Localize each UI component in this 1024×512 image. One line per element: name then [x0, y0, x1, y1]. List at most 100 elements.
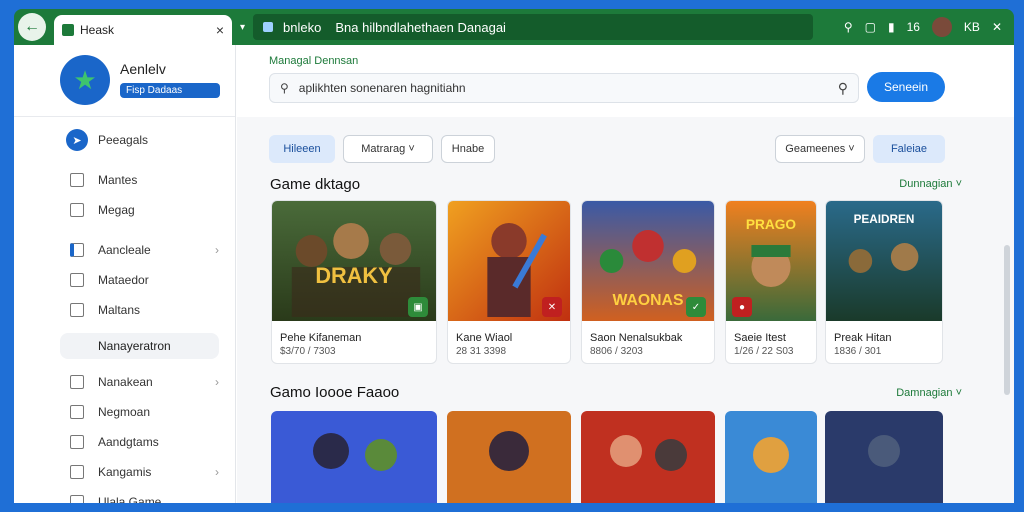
game-cover-image [581, 411, 715, 503]
sidebar-item-nanakean[interactable]: Nanakean › [14, 367, 235, 397]
scrollbar[interactable] [1004, 245, 1010, 395]
search-placeholder: aplikhten sonenaren hagnitiahn [298, 81, 466, 95]
search-icon[interactable]: ⚲ [838, 80, 848, 97]
game-card[interactable] [447, 411, 571, 503]
sidebar-section-header[interactable]: Nanayeratron [60, 333, 219, 359]
back-icon[interactable]: ← [18, 13, 46, 41]
filter-chip-hileeen[interactable]: Hileeen [269, 135, 335, 163]
close-window-icon[interactable]: ✕ [992, 20, 1002, 34]
game-meta: 28 31 3398 [456, 346, 507, 357]
sidebar-item-megag[interactable]: Megag [14, 195, 235, 225]
cart-icon [70, 465, 84, 479]
sidebar-item-label: Megag [98, 203, 135, 217]
breadcrumb[interactable]: Managal Dennsan [269, 55, 358, 67]
sidebar-item-label: Aancleale [98, 243, 151, 257]
search-input[interactable]: ⚲ aplikhten sonenaren hagnitiahn ⚲ [269, 73, 859, 103]
sidebar-item-label: Negmoan [98, 405, 151, 419]
browser-chrome: ← Heask × ▾ bnleko Bna hilbndlahethaen D… [14, 9, 1014, 45]
app-logo-icon: ★ [60, 55, 110, 105]
section-link[interactable]: Damnagian ˅ [896, 387, 962, 399]
sidebar-item-label: Mataedor [98, 273, 149, 287]
game-card[interactable]: PEAIDREN Preak Hitan 1836 / 301 [825, 200, 943, 364]
platform-icon: ✓ [686, 297, 706, 317]
sidebar-item-peeagals[interactable]: ➤ Peeagals [14, 125, 235, 155]
tab-dropdown-icon[interactable]: ▾ [240, 22, 245, 33]
tab-title: Heask [80, 23, 115, 37]
trophy-icon [70, 495, 84, 503]
browser-tab[interactable]: Heask × [54, 15, 232, 45]
game-title: Pehe Kifaneman [280, 332, 362, 344]
sort-dropdown[interactable]: Geameenes ˅ [775, 135, 865, 163]
sidebar-item-label: Nanakean [98, 375, 153, 389]
gamepad-icon [70, 375, 84, 389]
address-bar[interactable]: bnleko Bna hilbndlahethaen Danagai [253, 14, 814, 40]
users-icon [70, 405, 84, 419]
sidebar-item-mantes[interactable]: Mantes [14, 165, 235, 195]
chevron-right-icon: › [215, 375, 219, 389]
address-path: Bna hilbndlahethaen Danagai [335, 19, 506, 35]
sidebar-item-aandgtams[interactable]: Aandgtams [14, 427, 235, 457]
search-button[interactable]: Seneein [867, 72, 945, 102]
game-cover-image: PEAIDREN [826, 201, 942, 321]
chevron-down-icon: ˅ [955, 178, 962, 190]
game-title: Kane Wiaol [456, 332, 513, 344]
section-link[interactable]: Dunnagian ˅ [899, 178, 962, 190]
game-meta: 1836 / 301 [834, 346, 882, 357]
compass-icon: ➤ [66, 129, 88, 151]
sidebar-item-label: Kangamis [98, 465, 152, 479]
grid-icon [70, 303, 84, 317]
profile-name: Aenlelv [120, 61, 166, 77]
document-icon [70, 435, 84, 449]
avatar[interactable] [931, 17, 952, 37]
cover-title: PEAIDREN [854, 212, 915, 226]
sidebar-item-kangamis[interactable]: Kangamis › [14, 457, 235, 487]
folder-icon [70, 243, 84, 257]
sidebar-item-maltans[interactable]: Maltans [14, 295, 235, 325]
sidebar-item-ulala-game[interactable]: Ulala Game [14, 487, 235, 503]
sidebar: ★ Aenlelv Fisp Dadaas ➤ Peeagals Mantes … [14, 45, 236, 503]
right-text: KB [963, 20, 980, 34]
app-window: ★ Aenlelv Fisp Dadaas ➤ Peeagals Mantes … [14, 45, 1014, 503]
sidebar-item-aancleale[interactable]: Aancleale › [14, 235, 235, 265]
platform-icon: ✕ [542, 297, 562, 317]
game-card[interactable]: ✕ Kane Wiaol 28 31 3398 [447, 200, 571, 364]
game-title: Saon Nenalsukbak [590, 332, 683, 344]
sidebar-nav: ➤ Peeagals Mantes Megag Aancleale › Mata… [14, 117, 235, 503]
chevron-down-icon: ˅ [408, 143, 415, 155]
game-card[interactable]: PRAGO ● Saeie Itest 1/26 / 22 S03 [725, 200, 817, 364]
game-card[interactable] [581, 411, 715, 503]
filter-chip-hnabe[interactable]: Hnabe [441, 135, 495, 163]
site-info-icon[interactable] [263, 22, 274, 32]
window-icon[interactable]: ▢ [865, 20, 876, 34]
platform-icon: ● [732, 297, 752, 317]
sidebar-item-label: Ulala Game [98, 495, 162, 503]
address-site: bnleko [283, 19, 322, 35]
section-title: Game dktago [270, 176, 361, 193]
chevron-right-icon: › [215, 243, 219, 257]
sort-label: Geameenes [785, 143, 846, 155]
game-card[interactable]: WAONAS ✓ Saon Nenalsukbak 8806 / 3203 [581, 200, 715, 364]
game-meta: 1/26 / 22 S03 [734, 346, 794, 357]
sidebar-item-mataedor[interactable]: Mataedor [14, 265, 235, 295]
game-card[interactable]: DRAKY ▣ Pehe Kifaneman $3/70 / 7303 [271, 200, 437, 364]
bookmark-icon[interactable]: ▮ [888, 20, 895, 34]
game-cover-image [271, 411, 437, 503]
cover-title: WAONAS [613, 292, 684, 309]
filter-button[interactable]: Faleiae [873, 135, 945, 163]
search-icon[interactable]: ⚲ [844, 20, 853, 34]
section-title: Gamo Ioooe Faaoo [270, 384, 400, 401]
game-card[interactable] [825, 411, 943, 503]
status-text: 16 [906, 20, 920, 34]
game-card[interactable] [271, 411, 437, 503]
game-title: Preak Hitan [834, 332, 892, 344]
filter-chip-matrarag[interactable]: Matrarag ˅ [343, 135, 433, 163]
profile-badge[interactable]: Fisp Dadaas [120, 83, 220, 98]
sidebar-item-negmoan[interactable]: Negmoan [14, 397, 235, 427]
monitor-icon [70, 273, 84, 287]
cover-title: PRAGO [746, 216, 796, 232]
check-icon [70, 203, 84, 217]
close-tab-icon[interactable]: × [216, 22, 224, 38]
game-title: Saeie Itest [734, 332, 786, 344]
game-card[interactable] [725, 411, 817, 503]
section-link-label: Damnagian [896, 387, 953, 399]
